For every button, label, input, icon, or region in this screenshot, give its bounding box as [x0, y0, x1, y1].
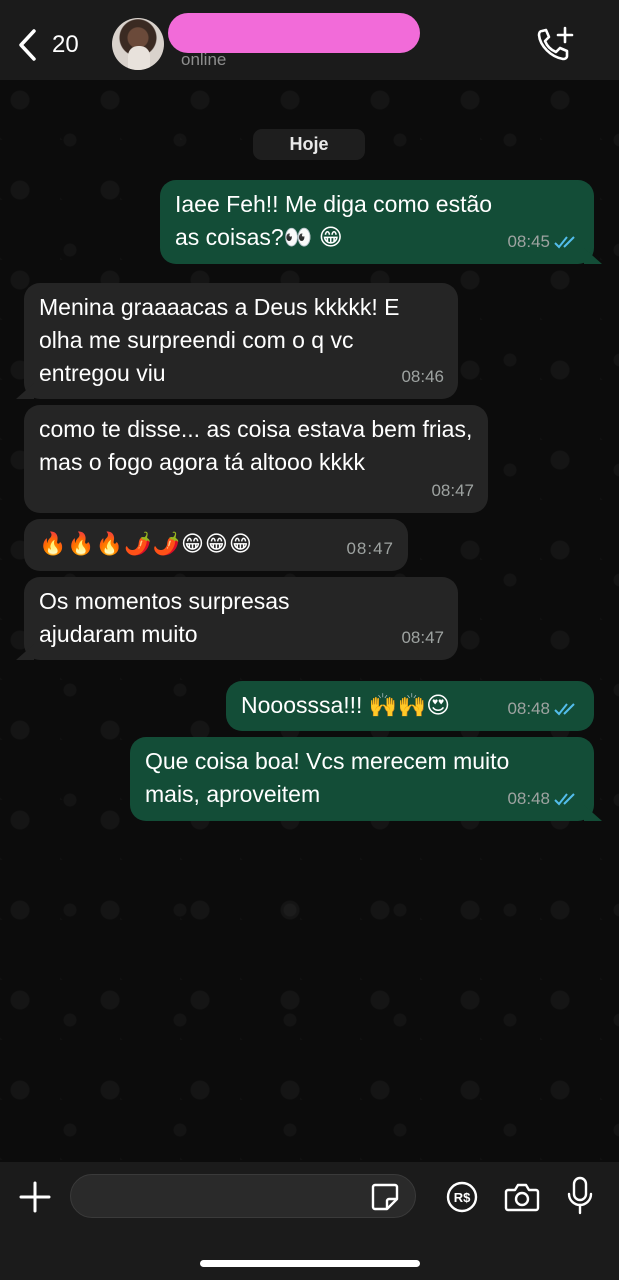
message-meta: 08:45: [507, 225, 580, 258]
message-time: 08:47: [401, 628, 444, 647]
message-bubble-outgoing[interactable]: Iaee Feh!! Me diga como estão as coisas?…: [160, 180, 594, 264]
date-separator: Hoje: [253, 129, 365, 160]
message-meta: 08:47: [346, 532, 394, 565]
camera-icon[interactable]: [504, 1182, 540, 1212]
message-text: Os momentos surpresas ajudaram muito: [39, 588, 290, 647]
payment-icon[interactable]: R$: [446, 1181, 478, 1213]
message-bubble-incoming[interactable]: Menina graaaacas a Deus kkkkk! E olha me…: [24, 283, 458, 399]
contact-status: online: [181, 50, 227, 69]
call-add-icon[interactable]: [536, 26, 574, 62]
unread-count[interactable]: 20: [52, 31, 79, 59]
message-bubble-incoming[interactable]: Os momentos surpresas ajudaram muito 08:…: [24, 577, 458, 660]
svg-text:R$: R$: [454, 1190, 471, 1205]
home-indicator: [200, 1260, 420, 1267]
double-check-icon: [554, 792, 575, 805]
message-input[interactable]: [70, 1174, 416, 1218]
message-bubble-outgoing[interactable]: Nooosssa!!! 🙌🙌😍 08:48: [226, 681, 594, 731]
back-chevron-icon[interactable]: [16, 27, 38, 63]
message-meta: 08:47: [401, 621, 444, 654]
chat-header: 20 online: [0, 0, 619, 80]
message-text: 🔥🔥🔥🌶️🌶️😁😁😁: [39, 532, 253, 557]
message-bubble-incoming[interactable]: como te disse... as coisa estava bem fri…: [24, 405, 488, 513]
message-time: 08:47: [346, 539, 394, 558]
message-time: 08:48: [507, 699, 550, 718]
double-check-icon: [554, 235, 575, 248]
message-time: 08:45: [507, 232, 550, 251]
message-meta: 08:46: [401, 360, 444, 393]
sticker-icon[interactable]: [370, 1182, 400, 1212]
message-bubble-outgoing[interactable]: Que coisa boa! Vcs merecem muito mais, a…: [130, 737, 594, 821]
double-check-icon: [554, 702, 575, 715]
message-time: 08:48: [507, 789, 550, 808]
contact-name-redacted[interactable]: [168, 13, 420, 53]
contact-avatar[interactable]: [112, 18, 164, 70]
message-meta: 08:48: [507, 782, 580, 815]
composer-bar: R$: [0, 1162, 619, 1280]
message-bubble-incoming[interactable]: 🔥🔥🔥🌶️🌶️😁😁😁 08:47: [24, 519, 408, 571]
microphone-icon[interactable]: [566, 1176, 594, 1216]
message-text: como te disse... as coisa estava bem fri…: [39, 416, 473, 475]
message-meta: 08:48: [507, 692, 580, 725]
message-text: Menina graaaacas a Deus kkkkk! E olha me…: [39, 294, 400, 386]
message-time: 08:46: [401, 367, 444, 386]
plus-icon[interactable]: [18, 1180, 52, 1214]
message-time: 08:47: [431, 481, 474, 500]
message-meta: 08:47: [431, 474, 474, 507]
